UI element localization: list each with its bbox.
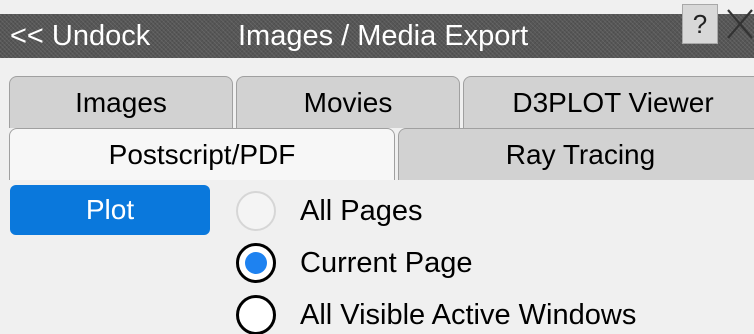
plot-button[interactable]: Plot	[10, 185, 210, 235]
images-media-export-panel: << Undock Images / Media Export ? Images…	[0, 0, 754, 334]
tab-images[interactable]: Images	[9, 76, 233, 128]
help-button[interactable]: ?	[682, 4, 718, 44]
close-icon	[727, 9, 753, 39]
radio-label: All Pages	[300, 195, 423, 227]
undock-button[interactable]: << Undock	[10, 14, 150, 58]
tab-postscript-pdf[interactable]: Postscript/PDF	[9, 128, 395, 180]
tab-ray-tracing[interactable]: Ray Tracing	[398, 128, 754, 180]
tab-movies[interactable]: Movies	[236, 76, 460, 128]
radio-selected-dot	[245, 252, 267, 274]
radio-button-disabled[interactable]	[236, 191, 276, 231]
close-button[interactable]	[722, 0, 754, 44]
radio-label: All Visible Active Windows	[300, 299, 637, 331]
title-bar: << Undock Images / Media Export ?	[0, 0, 754, 64]
question-mark-icon: ?	[692, 9, 708, 39]
radio-button-selected[interactable]	[236, 243, 276, 283]
tab-d3plot-viewer[interactable]: D3PLOT Viewer	[463, 76, 754, 128]
window-title: Images / Media Export	[238, 20, 529, 52]
radio-button[interactable]	[236, 295, 276, 334]
radio-label: Current Page	[300, 247, 473, 279]
